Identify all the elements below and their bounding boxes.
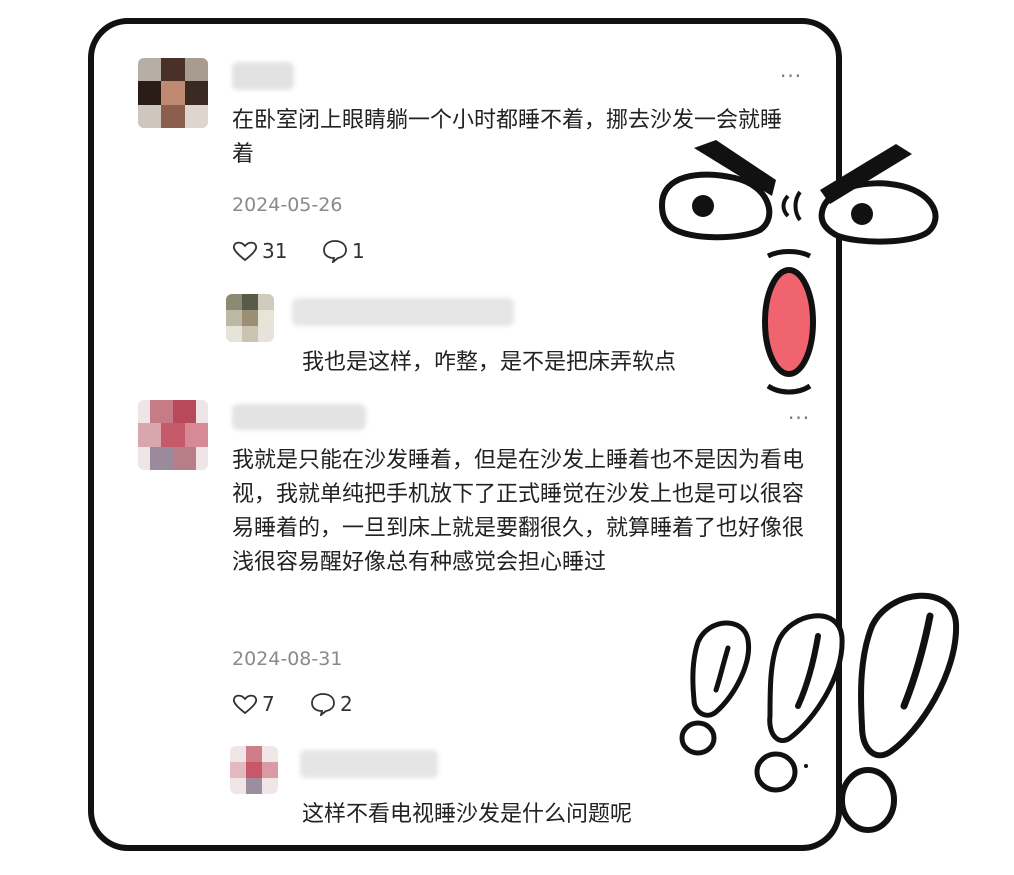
cartoon-face-icon xyxy=(658,140,960,833)
